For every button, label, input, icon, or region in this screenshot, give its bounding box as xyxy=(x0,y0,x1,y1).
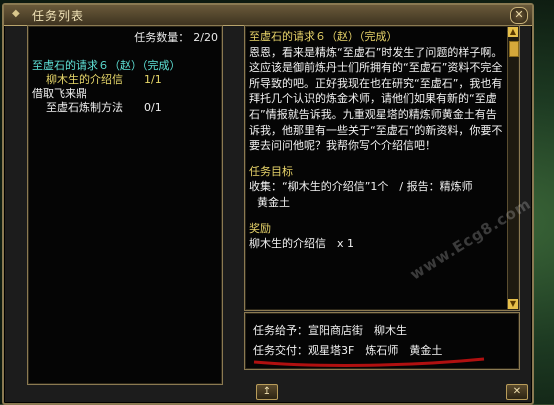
objective-text-cont: 黄金土 xyxy=(257,195,290,209)
quest-count: 任务数量： 2/20 xyxy=(28,29,222,45)
objective-text: 收集：“柳木生的介绍信”1个 / 报告：精炼师 xyxy=(249,180,473,194)
scroll-down-arrow-icon[interactable]: ▼ xyxy=(508,299,518,309)
window-grip-icon: ◆ xyxy=(12,8,20,19)
quest-item-selected[interactable]: 至虚石的请求６（赵）（完成） xyxy=(32,59,218,73)
window-close-button[interactable]: ✕ xyxy=(510,7,528,24)
quest-subitem[interactable]: 至虚石炼制方法 0/1 xyxy=(32,101,218,115)
quest-subitem-qty: 1/1 xyxy=(144,73,162,86)
quest-from: 任务给予：宣阳商店街 柳木生 xyxy=(253,324,407,337)
detail-title: 至虚石的请求６（赵）（完成） xyxy=(249,30,398,43)
detail-scrollbar[interactable]: ▲ ▼ xyxy=(507,27,519,309)
abandon-quest-button[interactable]: ↥ xyxy=(256,384,278,400)
quest-subitem-label: 至虚石炼制方法 xyxy=(46,101,123,114)
quest-list: 至虚石的请求６（赵）（完成） 柳木生的介绍信 1/1 借取飞来鼎 至虚石炼制方法… xyxy=(32,59,218,115)
scroll-thumb[interactable] xyxy=(509,41,519,57)
window-titlebar[interactable]: ◆ 任务列表 ✕ xyxy=(4,5,532,26)
close-button[interactable]: ✕ xyxy=(506,384,528,400)
quest-list-panel: 任务数量： 2/20 至虚石的请求６（赵）（完成） 柳木生的介绍信 1/1 借取飞… xyxy=(27,25,223,385)
quest-count-value: 2/20 xyxy=(193,31,218,44)
quest-item[interactable]: 借取飞来鼎 xyxy=(32,87,218,101)
quest-detail-panel: 至虚石的请求６（赵）（完成） 恩恩，看来是精炼“至虚石”时发生了问题的样子啊。这… xyxy=(244,25,520,311)
quest-subitem-qty: 0/1 xyxy=(144,101,162,114)
quest-item-label: 借取飞来鼎 xyxy=(32,87,87,100)
red-underline-annotation xyxy=(253,357,485,367)
window-title: 任务列表 xyxy=(32,9,85,23)
quest-count-label: 任务数量： xyxy=(134,31,190,44)
quest-subitem-label: 柳木生的介绍信 xyxy=(46,73,123,86)
scroll-up-arrow-icon[interactable]: ▲ xyxy=(508,27,518,37)
quest-subitem[interactable]: 柳木生的介绍信 1/1 xyxy=(32,73,218,87)
detail-body: 恩恩，看来是精炼“至虚石”时发生了问题的样子啊。这应该是御前炼丹士们所拥有的“至… xyxy=(249,45,503,153)
quest-item-label: 至虚石的请求６（赵）（完成） xyxy=(32,59,181,72)
quest-giver-info: 任务给予：宣阳商店街 柳木生 任务交付：观星塔3F 炼石师 黄金土 xyxy=(253,321,442,361)
objective-heading: 任务目标 xyxy=(249,164,293,178)
quest-detail: 至虚石的请求６（赵）（完成） 恩恩，看来是精炼“至虚石”时发生了问题的样子啊。这… xyxy=(249,29,505,252)
